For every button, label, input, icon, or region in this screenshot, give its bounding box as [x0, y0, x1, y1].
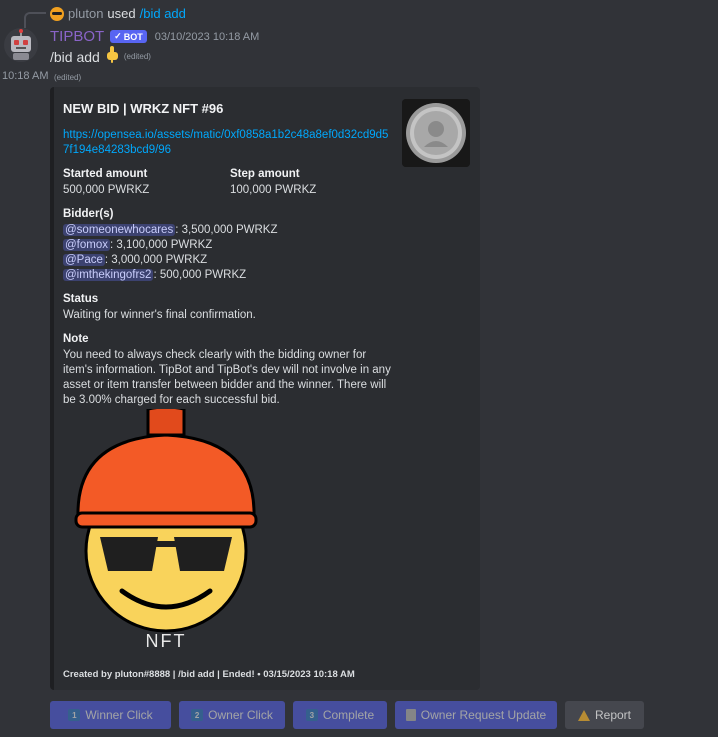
bot-tag-label: BOT	[123, 31, 143, 42]
field-step-amount: Step amount 100,000 PWRKZ	[230, 168, 397, 198]
bidder-amount: : 500,000 PWRKZ	[153, 269, 247, 281]
keycap-1-icon: 1	[68, 709, 81, 721]
reply-username[interactable]: pluton	[68, 6, 103, 21]
button-label: Report	[594, 708, 632, 722]
embed-thumbnail[interactable]	[402, 99, 470, 167]
field-started-amount: Started amount 500,000 PWRKZ	[63, 168, 230, 198]
note-text: You need to always check clearly with th…	[63, 349, 391, 406]
embed-footer: Created by pluton#8888 | /bid add | Ende…	[63, 669, 355, 680]
bidder-amount: : 3,500,000 PWRKZ	[175, 224, 278, 236]
reply-connector	[24, 12, 46, 28]
coin-icon	[402, 99, 470, 167]
winner-click-button[interactable]: 1 Winner Click	[50, 701, 171, 729]
nft-face-icon	[74, 405, 258, 633]
message-header: TIPBOT ✓ BOT 03/10/2023 10:18 AM	[50, 28, 259, 45]
bidders-section: Bidder(s) @someonewhocares: 3,500,000 PW…	[63, 208, 468, 283]
field-value: 500,000 PWRKZ	[63, 184, 150, 196]
keycap-2-icon: 2	[191, 709, 204, 721]
message-content: /bid add (edited)	[50, 46, 151, 67]
bid-embed: NEW BID | WRKZ NFT #96 https://opensea.i…	[50, 87, 480, 690]
message-timestamp: 03/10/2023 10:18 AM	[154, 30, 260, 43]
image-caption: NFT	[145, 631, 187, 651]
reply-used-text: used	[107, 6, 136, 21]
warning-icon	[577, 709, 590, 721]
bidders-title: Bidder(s)	[63, 208, 114, 220]
complete-button[interactable]: 3 Complete	[293, 701, 387, 729]
keycap-3-icon: 3	[305, 709, 318, 721]
status-section: Status Waiting for winner's final confir…	[63, 293, 468, 323]
button-label: Owner Click	[208, 708, 273, 722]
status-text: Waiting for winner's final confirmation.	[63, 309, 256, 321]
embed-edited-marker: (edited)	[54, 73, 82, 82]
action-buttons: 1 Winner Click 2 Owner Click 3 Complete …	[50, 701, 644, 729]
report-button[interactable]: Report	[565, 701, 644, 729]
message-side-time: 10:18 AM	[2, 70, 49, 82]
amount-fields: Started amount 500,000 PWRKZ Step amount…	[63, 168, 468, 198]
button-label: Complete	[322, 708, 375, 722]
field-name: Step amount	[230, 168, 300, 180]
reply-reference[interactable]: pluton used /bid add	[50, 6, 186, 21]
message-text: /bid add	[50, 48, 100, 65]
avatar[interactable]	[4, 28, 38, 62]
reply-avatar	[50, 6, 64, 21]
bidder-mention[interactable]: @Pace	[63, 254, 105, 266]
bot-username[interactable]: TIPBOT	[50, 28, 104, 45]
bidder-row: @fomox: 3,100,000 PWRKZ	[63, 238, 468, 253]
owner-request-update-button[interactable]: Owner Request Update	[395, 701, 557, 729]
reply-command[interactable]: /bid add	[140, 6, 186, 21]
pointing-down-emoji-icon	[104, 46, 120, 67]
button-label: Winner Click	[85, 708, 153, 722]
robot-avatar-icon	[11, 29, 31, 60]
embed-link[interactable]: https://opensea.io/assets/matic/0xf0858a…	[63, 128, 393, 158]
embed-image[interactable]: NFT	[70, 405, 262, 657]
note-title: Note	[63, 333, 89, 345]
note-section: Note You need to always check clearly wi…	[63, 333, 468, 408]
bidder-amount: : 3,100,000 PWRKZ	[110, 239, 213, 251]
button-label: Owner Request Update	[420, 708, 547, 722]
bidder-row: @imthekingofrs2: 500,000 PWRKZ	[63, 268, 468, 283]
field-value: 100,000 PWRKZ	[230, 184, 317, 196]
edited-marker: (edited)	[123, 52, 151, 61]
bidder-mention[interactable]: @someonewhocares	[63, 224, 176, 236]
owner-click-button[interactable]: 2 Owner Click	[179, 701, 285, 729]
page-icon	[405, 709, 416, 721]
field-name: Started amount	[63, 168, 148, 180]
bidder-row: @someonewhocares: 3,500,000 PWRKZ	[63, 223, 468, 238]
bidder-amount: : 3,000,000 PWRKZ	[104, 254, 208, 266]
bidder-mention[interactable]: @imthekingofrs2	[63, 269, 154, 281]
check-icon: ✓	[114, 31, 122, 41]
bot-tag: ✓ BOT	[110, 30, 147, 43]
bidder-row: @Pace: 3,000,000 PWRKZ	[63, 253, 468, 268]
bidder-mention[interactable]: @fomox	[63, 239, 110, 251]
status-title: Status	[63, 293, 99, 305]
